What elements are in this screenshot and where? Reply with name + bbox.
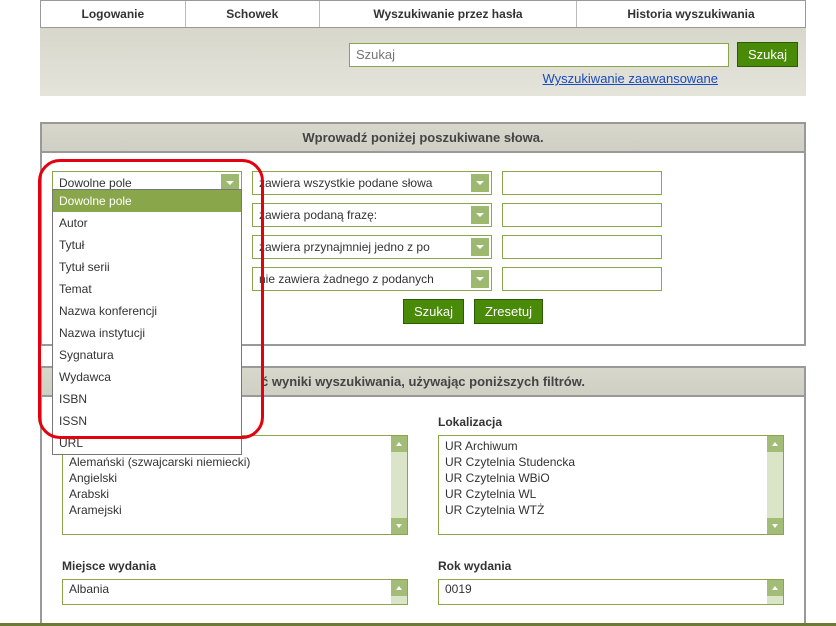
field-option[interactable]: Tytuł serii <box>53 256 241 278</box>
search-button[interactable]: Szukaj <box>737 42 798 67</box>
scroll-up-icon[interactable] <box>391 580 407 596</box>
field-option[interactable]: ISBN <box>53 388 241 410</box>
tab-history[interactable]: Historia wyszukiwania <box>577 1 805 27</box>
field-dropdown-list[interactable]: Dowolne pole Autor Tytuł Tytuł serii Tem… <box>52 189 242 455</box>
term-input-2[interactable] <box>502 203 662 227</box>
scroll-up-icon[interactable] <box>767 580 783 596</box>
field-select-value: Dowolne pole <box>53 176 219 190</box>
list-item[interactable]: Angielski <box>69 470 391 486</box>
field-option[interactable]: URL <box>53 432 241 454</box>
search-panel-title: Wprowadź poniżej poszukiwane słowa. <box>42 124 804 153</box>
match-select-value: zawiera przynajmniej jedno z po <box>253 240 469 254</box>
scroll-down-icon[interactable] <box>391 518 407 534</box>
list-item[interactable]: Arabski <box>69 486 391 502</box>
scroll-track[interactable] <box>391 596 407 604</box>
field-option[interactable]: Autor <box>53 212 241 234</box>
scrollbar[interactable] <box>391 580 407 604</box>
field-option[interactable]: Nazwa konferencji <box>53 300 241 322</box>
field-option[interactable]: Wydawca <box>53 366 241 388</box>
match-select-value: nie zawiera żadnego z podanych <box>253 272 469 286</box>
scrollbar[interactable] <box>391 436 407 534</box>
list-item[interactable]: UR Archiwum <box>445 438 767 454</box>
field-option[interactable]: Sygnatura <box>53 344 241 366</box>
field-option[interactable]: Temat <box>53 278 241 300</box>
chevron-down-icon <box>471 270 489 288</box>
filter-label-miejsce: Miejsce wydania <box>62 555 408 579</box>
scroll-track[interactable] <box>391 452 407 518</box>
scrollbar[interactable] <box>767 580 783 604</box>
match-select-value: zawiera wszystkie podane słowa <box>253 176 469 190</box>
form-reset-button[interactable]: Zresetuj <box>474 299 543 324</box>
list-item[interactable]: 0019 <box>445 582 767 596</box>
filter-label-lokalizacja: Lokalizacja <box>438 411 784 435</box>
list-item[interactable]: UR Czytelnia WL <box>445 486 767 502</box>
match-select-2[interactable]: zawiera podaną frazę: <box>252 203 492 227</box>
match-select-value: zawiera podaną frazę: <box>253 208 469 222</box>
tab-login[interactable]: Logowanie <box>41 1 186 27</box>
match-select-3[interactable]: zawiera przynajmniej jedno z po <box>252 235 492 259</box>
term-input-3[interactable] <box>502 235 662 259</box>
top-tabs: Logowanie Schowek Wyszukiwanie przez has… <box>40 0 806 28</box>
listbox-rok[interactable]: 0019 <box>438 579 784 605</box>
term-input-4[interactable] <box>502 267 662 291</box>
search-input[interactable] <box>349 43 729 67</box>
tab-keyword-search[interactable]: Wyszukiwanie przez hasła <box>320 1 577 27</box>
scrollbar[interactable] <box>767 436 783 534</box>
scroll-up-icon[interactable] <box>767 436 783 452</box>
scroll-track[interactable] <box>767 452 783 518</box>
field-option[interactable]: Nazwa instytucji <box>53 322 241 344</box>
list-item[interactable]: UR Czytelnia Studencka <box>445 454 767 470</box>
chevron-down-icon <box>471 174 489 192</box>
field-option[interactable]: Tytuł <box>53 234 241 256</box>
listbox-miejsce[interactable]: Albania <box>62 579 408 605</box>
scroll-down-icon[interactable] <box>767 518 783 534</box>
listbox-lokalizacja[interactable]: UR Archiwum UR Czytelnia Studencka UR Cz… <box>438 435 784 535</box>
search-panel: Wprowadź poniżej poszukiwane słowa. Dowo… <box>40 122 806 346</box>
match-select-4[interactable]: nie zawiera żadnego z podanych <box>252 267 492 291</box>
tab-clipboard[interactable]: Schowek <box>186 1 320 27</box>
match-select-1[interactable]: zawiera wszystkie podane słowa <box>252 171 492 195</box>
filter-label-rok: Rok wydania <box>438 555 784 579</box>
list-item[interactable]: Alemański (szwajcarski niemiecki) <box>69 454 391 470</box>
scroll-track[interactable] <box>767 596 783 604</box>
field-option[interactable]: Dowolne pole <box>53 190 241 212</box>
list-item[interactable]: Aramejski <box>69 502 391 518</box>
list-item[interactable]: UR Czytelnia WBiO <box>445 470 767 486</box>
chevron-down-icon <box>471 206 489 224</box>
list-item[interactable]: Albania <box>69 582 391 596</box>
scroll-up-icon[interactable] <box>391 436 407 452</box>
advanced-search-link[interactable]: Wyszukiwanie zaawansowane <box>543 71 718 86</box>
term-input-1[interactable] <box>502 171 662 195</box>
field-option[interactable]: ISSN <box>53 410 241 432</box>
chevron-down-icon <box>471 238 489 256</box>
top-search-bar: Szukaj Wyszukiwanie zaawansowane <box>40 28 806 96</box>
form-search-button[interactable]: Szukaj <box>403 299 464 324</box>
list-item[interactable]: UR Czytelnia WTŻ <box>445 502 767 518</box>
